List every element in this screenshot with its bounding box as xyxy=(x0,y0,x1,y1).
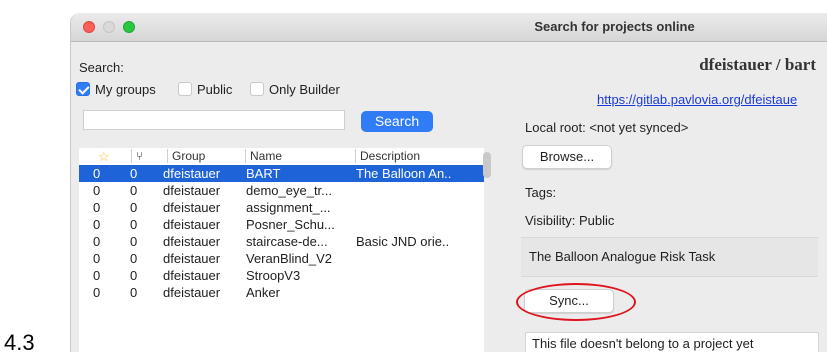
table-scrollbar[interactable] xyxy=(483,152,491,178)
row-forks: 0 xyxy=(130,166,138,181)
row-stars: 0 xyxy=(93,200,101,215)
row-group: dfeistauer xyxy=(163,251,221,266)
column-group[interactable]: Group xyxy=(167,149,205,163)
table-row[interactable]: 0 0 dfeistauer assignment_... xyxy=(79,199,484,216)
table-row[interactable]: 0 0 dfeistauer staircase-de... Basic JND… xyxy=(79,233,484,250)
row-description: The Balloon An.. xyxy=(356,166,452,181)
row-name: StroopV3 xyxy=(246,268,301,283)
local-root-label: Local root: <not yet synced> xyxy=(525,120,689,135)
only-builder-checkbox[interactable] xyxy=(250,82,264,96)
row-stars: 0 xyxy=(93,268,101,283)
row-name: BART xyxy=(246,166,281,181)
project-url-link[interactable]: https://gitlab.pavlovia.org/dfeistaue xyxy=(597,92,797,107)
row-stars: 0 xyxy=(93,251,101,266)
row-stars: 0 xyxy=(93,234,101,249)
row-name: Anker xyxy=(246,285,280,300)
search-input[interactable] xyxy=(83,110,345,130)
search-label: Search: xyxy=(79,60,124,75)
figure-number: 4.3 xyxy=(4,330,35,355)
row-group: dfeistauer xyxy=(163,183,221,198)
my-groups-checkbox[interactable] xyxy=(76,82,90,96)
search-projects-window: Search for projects online Search: My gr… xyxy=(70,13,827,352)
table-row[interactable]: 0 0 dfeistauer BART The Balloon An.. xyxy=(79,165,484,182)
sync-highlight-annotation xyxy=(516,283,636,321)
project-description: The Balloon Analogue Risk Task xyxy=(529,249,716,264)
projects-table: ☆ ⑂ Group Name Description 0 0 dfeistaue… xyxy=(79,148,484,352)
star-icon[interactable]: ☆ xyxy=(94,149,110,164)
browse-button[interactable]: Browse... xyxy=(522,145,612,169)
project-title: dfeistauer / bart xyxy=(699,55,816,74)
row-group: dfeistauer xyxy=(163,234,221,249)
row-description: Basic JND orie.. xyxy=(356,234,450,249)
row-forks: 0 xyxy=(130,285,138,300)
row-forks: 0 xyxy=(130,217,138,232)
window-title: Search for projects online xyxy=(534,19,695,34)
row-forks: 0 xyxy=(130,251,138,266)
search-button[interactable]: Search xyxy=(361,111,433,132)
public-label: Public xyxy=(197,82,233,97)
row-group: dfeistauer xyxy=(163,200,221,215)
row-name: Posner_Schu... xyxy=(246,217,335,232)
column-description[interactable]: Description xyxy=(355,149,420,163)
row-name: VeranBlind_V2 xyxy=(246,251,333,266)
column-name[interactable]: Name xyxy=(245,149,282,163)
fork-icon[interactable]: ⑂ xyxy=(131,149,143,163)
description-box: The Balloon Analogue Risk Task xyxy=(521,237,818,277)
my-groups-label: My groups xyxy=(95,82,156,97)
row-name: assignment_... xyxy=(246,200,331,215)
row-group: dfeistauer xyxy=(163,268,221,283)
table-header: ☆ ⑂ Group Name Description xyxy=(79,148,484,164)
table-row[interactable]: 0 0 dfeistauer VeranBlind_V2 xyxy=(79,250,484,267)
row-stars: 0 xyxy=(93,217,101,232)
table-row[interactable]: 0 0 dfeistauer Anker xyxy=(79,284,484,301)
status-message: This file doesn't belong to a project ye… xyxy=(525,332,819,352)
row-name: demo_eye_tr... xyxy=(246,183,332,198)
row-forks: 0 xyxy=(130,234,138,249)
table-row[interactable]: 0 0 dfeistauer Posner_Schu... xyxy=(79,216,484,233)
tags-label: Tags: xyxy=(525,185,557,200)
title-bar: Search for projects online xyxy=(71,13,827,42)
visibility-label: Visibility: Public xyxy=(525,213,615,228)
row-name: staircase-de... xyxy=(246,234,328,249)
row-forks: 0 xyxy=(130,200,138,215)
row-group: dfeistauer xyxy=(163,285,221,300)
row-group: dfeistauer xyxy=(163,217,221,232)
row-group: dfeistauer xyxy=(163,166,221,181)
table-row[interactable]: 0 0 dfeistauer StroopV3 xyxy=(79,267,484,284)
row-stars: 0 xyxy=(93,285,101,300)
row-stars: 0 xyxy=(93,166,101,181)
only-builder-label: Only Builder xyxy=(269,82,340,97)
table-row[interactable]: 0 0 dfeistauer demo_eye_tr... xyxy=(79,182,484,199)
row-forks: 0 xyxy=(130,268,138,283)
row-stars: 0 xyxy=(93,183,101,198)
public-checkbox[interactable] xyxy=(178,82,192,96)
row-forks: 0 xyxy=(130,183,138,198)
